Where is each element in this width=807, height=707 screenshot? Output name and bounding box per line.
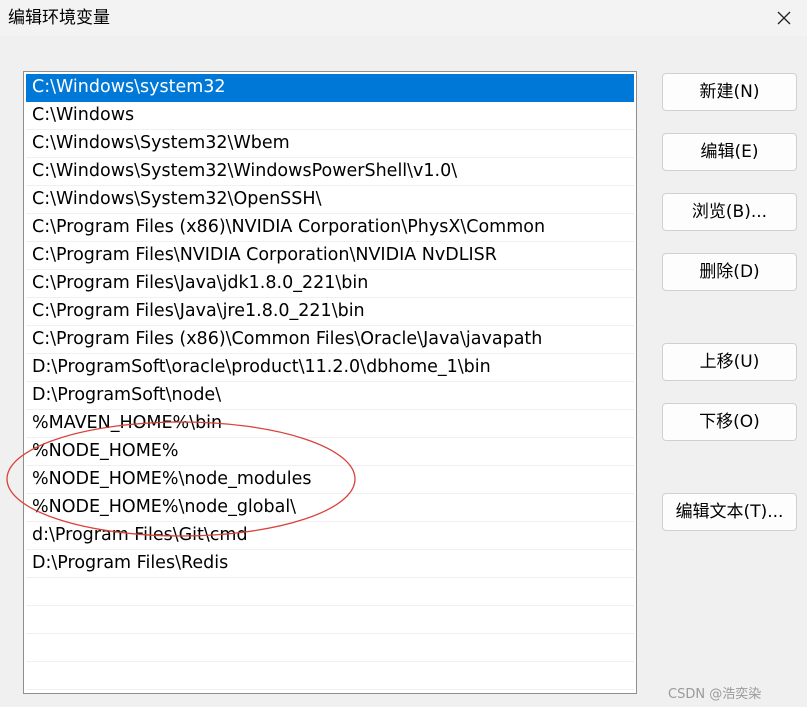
path-list-item[interactable]: %NODE_HOME%\node_modules <box>26 466 634 494</box>
path-list-item[interactable]: C:\Program Files\NVIDIA Corporation\NVID… <box>26 242 634 270</box>
move-down-button[interactable]: 下移(O) <box>662 403 797 441</box>
path-list-empty-row[interactable] <box>26 578 634 606</box>
path-list-item[interactable]: D:\Program Files\Redis <box>26 550 634 578</box>
path-list-item[interactable]: C:\Windows\System32\WindowsPowerShell\v1… <box>26 158 634 186</box>
path-list-item[interactable]: C:\Windows\System32\OpenSSH\ <box>26 186 634 214</box>
path-list-item[interactable]: d:\Program Files\Git\cmd <box>26 522 634 550</box>
path-list-item[interactable]: C:\Windows <box>26 102 634 130</box>
path-list-item[interactable]: C:\Windows\system32 <box>26 74 634 102</box>
path-list-item[interactable]: D:\ProgramSoft\node\ <box>26 382 634 410</box>
edit-button[interactable]: 编辑(E) <box>662 133 797 171</box>
path-list-item[interactable]: C:\Program Files (x86)\NVIDIA Corporatio… <box>26 214 634 242</box>
title-bar: 编辑环境变量 <box>0 0 807 36</box>
new-button[interactable]: 新建(N) <box>662 73 797 111</box>
path-list-item[interactable]: %NODE_HOME% <box>26 438 634 466</box>
path-list[interactable]: C:\Windows\system32 C:\Windows C:\Windows\… <box>23 71 637 694</box>
path-list-item[interactable]: %MAVEN_HOME%\bin <box>26 410 634 438</box>
watermark: CSDN @浩奕染 <box>668 687 762 702</box>
window-title: 编辑环境变量 <box>8 8 110 28</box>
browse-button[interactable]: 浏览(B)... <box>662 193 797 231</box>
path-list-item[interactable]: %NODE_HOME%\node_global\ <box>26 494 634 522</box>
path-list-item[interactable]: D:\ProgramSoft\oracle\product\11.2.0\dbh… <box>26 354 634 382</box>
delete-button[interactable]: 删除(D) <box>662 253 797 291</box>
path-list-item[interactable]: C:\Program Files (x86)\Common Files\Orac… <box>26 326 634 354</box>
path-list-empty-row[interactable] <box>26 606 634 634</box>
path-list-item[interactable]: C:\Program Files\Java\jdk1.8.0_221\bin <box>26 270 634 298</box>
path-list-item[interactable]: C:\Windows\System32\Wbem <box>26 130 634 158</box>
path-list-empty-row[interactable] <box>26 634 634 662</box>
edit-text-button[interactable]: 编辑文本(T)... <box>662 493 797 531</box>
path-list-item[interactable]: C:\Program Files\Java\jre1.8.0_221\bin <box>26 298 634 326</box>
close-icon <box>777 11 790 25</box>
move-up-button[interactable]: 上移(U) <box>662 343 797 381</box>
close-button[interactable] <box>760 0 807 36</box>
path-list-empty-row[interactable] <box>26 662 634 690</box>
